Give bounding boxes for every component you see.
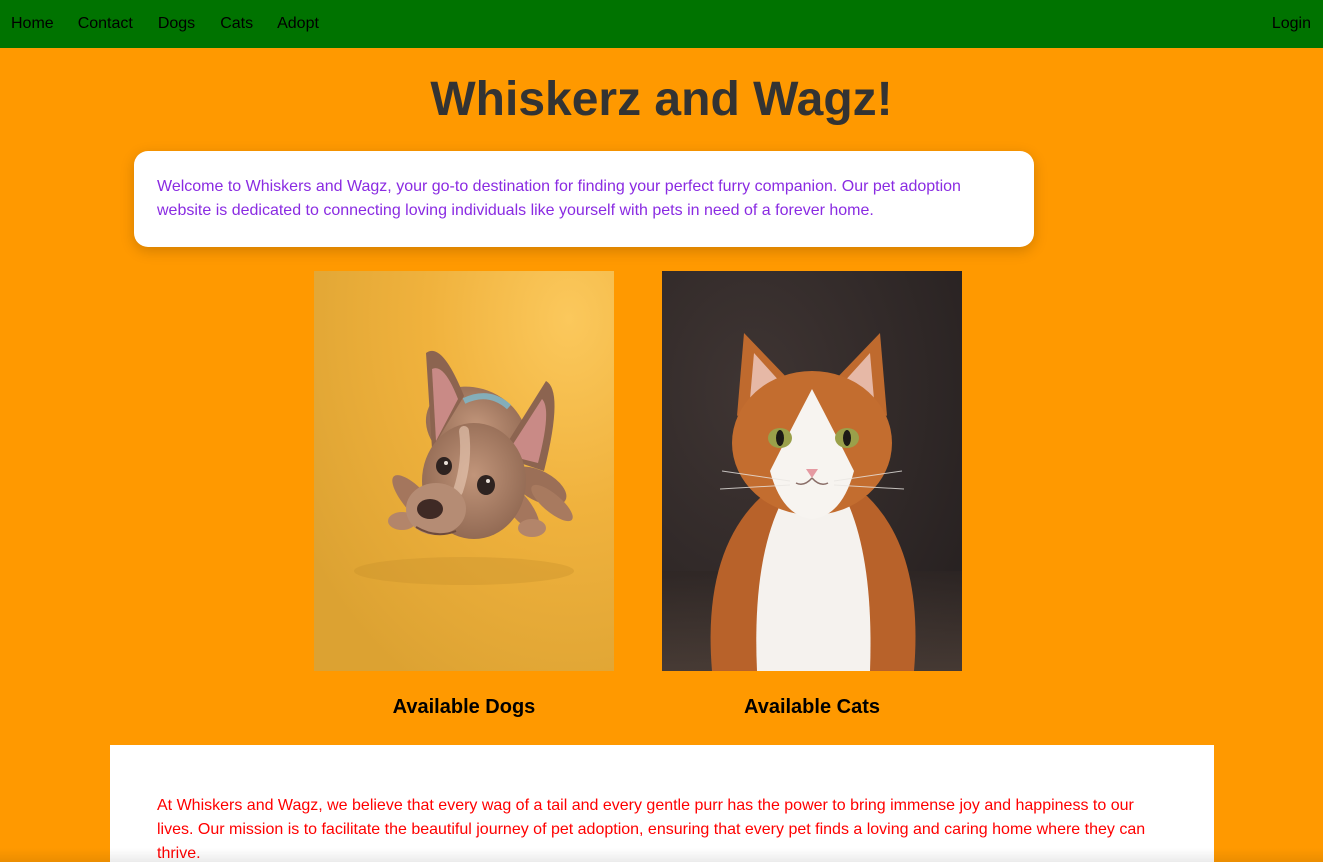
welcome-card: Welcome to Whiskers and Wagz, your go-to… — [134, 151, 1034, 247]
nav-link-home[interactable]: Home — [11, 0, 54, 48]
nav-link-cats[interactable]: Cats — [220, 0, 253, 48]
nav-link-contact[interactable]: Contact — [78, 0, 133, 48]
nav-link-login[interactable]: Login — [1272, 0, 1311, 48]
cats-card: Available Cats — [662, 271, 962, 719]
nav-link-dogs[interactable]: Dogs — [158, 0, 195, 48]
nav-link-adopt[interactable]: Adopt — [277, 0, 319, 48]
cat-photo[interactable] — [662, 271, 962, 671]
top-navbar: Home Contact Dogs Cats Adopt Login — [0, 0, 1323, 48]
dogs-card: Available Dogs — [314, 271, 614, 719]
available-dogs-link[interactable]: Available Dogs — [314, 695, 614, 719]
cat-image — [662, 271, 962, 671]
page-title: Whiskerz and Wagz! — [430, 73, 893, 126]
mission-section: At Whiskers and Wagz, we believe that ev… — [110, 745, 1214, 862]
welcome-text: Welcome to Whiskers and Wagz, your go-to… — [157, 178, 961, 219]
nav-links: Home Contact Dogs Cats Adopt — [0, 0, 319, 48]
dog-image — [314, 271, 614, 671]
available-cats-link[interactable]: Available Cats — [662, 695, 962, 719]
mission-text: At Whiskers and Wagz, we believe that ev… — [157, 797, 1146, 862]
dog-photo[interactable] — [314, 271, 614, 671]
